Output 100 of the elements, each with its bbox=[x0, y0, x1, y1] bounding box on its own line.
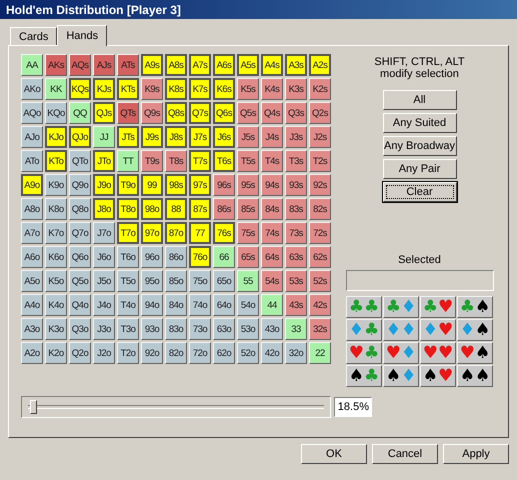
hand-cell[interactable]: T7o bbox=[117, 222, 139, 244]
hand-cell[interactable]: T6s bbox=[213, 150, 235, 172]
hand-cell[interactable]: J5s bbox=[237, 126, 259, 148]
any-suited-button[interactable]: Any Suited bbox=[382, 113, 456, 133]
hand-cell[interactable]: T9s bbox=[141, 150, 163, 172]
hand-cell[interactable]: Q7o bbox=[69, 222, 91, 244]
hand-cell[interactable]: JTs bbox=[117, 126, 139, 148]
hand-cell[interactable]: A5o bbox=[21, 270, 43, 292]
hand-cell[interactable]: AA bbox=[21, 54, 43, 76]
selected-field[interactable] bbox=[346, 270, 494, 291]
hand-cell[interactable]: 86s bbox=[213, 198, 235, 220]
hand-cell[interactable]: KK bbox=[45, 78, 67, 100]
hand-cell[interactable]: T2s bbox=[309, 150, 331, 172]
hand-cell[interactable]: 95o bbox=[141, 270, 163, 292]
hand-cell[interactable]: 53s bbox=[285, 270, 307, 292]
hand-cell[interactable]: J4o bbox=[93, 294, 115, 316]
hand-cell[interactable]: 88 bbox=[165, 198, 187, 220]
hand-cell[interactable]: 94s bbox=[261, 174, 283, 196]
hand-cell[interactable]: 97o bbox=[141, 222, 163, 244]
hand-cell[interactable]: 87o bbox=[165, 222, 187, 244]
hand-cell[interactable]: 76s bbox=[213, 222, 235, 244]
hand-cell[interactable]: Q6o bbox=[69, 246, 91, 268]
tab[interactable]: Cards bbox=[10, 27, 58, 45]
hand-cell[interactable]: K6s bbox=[213, 78, 235, 100]
suit-combo-button[interactable]: ♣♠ bbox=[457, 296, 493, 318]
hand-cell[interactable]: 54s bbox=[261, 270, 283, 292]
hand-cell[interactable]: KQs bbox=[69, 78, 91, 100]
hand-cell[interactable]: K5o bbox=[45, 270, 67, 292]
hand-cell[interactable]: A6s bbox=[213, 54, 235, 76]
hand-cell[interactable]: T4s bbox=[261, 150, 283, 172]
hand-cell[interactable]: K8s bbox=[165, 78, 187, 100]
hand-cell[interactable]: 52s bbox=[309, 270, 331, 292]
hand-cell[interactable]: Q2s bbox=[309, 102, 331, 124]
hand-cell[interactable]: K7s bbox=[189, 78, 211, 100]
hand-cell[interactable]: 44 bbox=[261, 294, 283, 316]
hand-cell[interactable]: 42o bbox=[261, 342, 283, 364]
apply-button[interactable]: Apply bbox=[443, 444, 509, 464]
hand-cell[interactable]: AQo bbox=[21, 102, 43, 124]
hand-cell[interactable]: K9o bbox=[45, 174, 67, 196]
hand-cell[interactable]: 53o bbox=[237, 318, 259, 340]
hand-cell[interactable]: J9s bbox=[141, 126, 163, 148]
hand-cell[interactable]: A8s bbox=[165, 54, 187, 76]
hand-cell[interactable]: 65o bbox=[213, 270, 235, 292]
hand-cell[interactable]: K4s bbox=[261, 78, 283, 100]
hand-cell[interactable]: 98o bbox=[141, 198, 163, 220]
hand-cell[interactable]: J3s bbox=[285, 126, 307, 148]
hand-cell[interactable]: 93o bbox=[141, 318, 163, 340]
hand-cell[interactable]: 32s bbox=[309, 318, 331, 340]
any-pair-button[interactable]: Any Pair bbox=[382, 159, 456, 179]
hand-cell[interactable]: 73s bbox=[285, 222, 307, 244]
hand-cell[interactable]: 54o bbox=[237, 294, 259, 316]
hand-cell[interactable]: A3o bbox=[21, 318, 43, 340]
hand-cell[interactable]: 96s bbox=[213, 174, 235, 196]
tab[interactable]: Hands bbox=[57, 25, 108, 46]
hand-cell[interactable]: KQo bbox=[45, 102, 67, 124]
hand-cell[interactable]: 92s bbox=[309, 174, 331, 196]
hand-cell[interactable]: Q8s bbox=[165, 102, 187, 124]
hand-cell[interactable]: Q6s bbox=[213, 102, 235, 124]
hand-cell[interactable]: J5o bbox=[93, 270, 115, 292]
hand-cell[interactable]: T5o bbox=[117, 270, 139, 292]
hand-cell[interactable]: AKs bbox=[45, 54, 67, 76]
hand-cell[interactable]: 75o bbox=[189, 270, 211, 292]
hand-cell[interactable]: 72s bbox=[309, 222, 331, 244]
hand-cell[interactable]: 99 bbox=[141, 174, 163, 196]
hand-cell[interactable]: QTo bbox=[69, 150, 91, 172]
hand-cell[interactable]: A3s bbox=[285, 54, 307, 76]
hand-cell[interactable]: K8o bbox=[45, 198, 67, 220]
hand-cell[interactable]: QQ bbox=[69, 102, 91, 124]
hand-cell[interactable]: KJo bbox=[45, 126, 67, 148]
hand-cell[interactable]: 62s bbox=[309, 246, 331, 268]
hand-cell[interactable]: Q3o bbox=[69, 318, 91, 340]
hand-cell[interactable]: 94o bbox=[141, 294, 163, 316]
hand-cell[interactable]: 33 bbox=[285, 318, 307, 340]
hand-cell[interactable]: K5s bbox=[237, 78, 259, 100]
range-slider[interactable] bbox=[21, 396, 331, 418]
hand-cell[interactable]: AKo bbox=[21, 78, 43, 100]
hand-cell[interactable]: 62o bbox=[213, 342, 235, 364]
suit-combo-button[interactable]: ♦♠ bbox=[457, 319, 493, 341]
hand-cell[interactable]: 84o bbox=[165, 294, 187, 316]
hand-cell[interactable]: 77 bbox=[189, 222, 211, 244]
hand-cell[interactable]: 65s bbox=[237, 246, 259, 268]
hand-cell[interactable]: A9s bbox=[141, 54, 163, 76]
suit-combo-button[interactable]: ♥♠ bbox=[457, 342, 493, 364]
percent-field[interactable]: 18.5% bbox=[334, 397, 372, 417]
hand-cell[interactable]: K2s bbox=[309, 78, 331, 100]
hand-cell[interactable]: KTo bbox=[45, 150, 67, 172]
hand-cell[interactable]: T7s bbox=[189, 150, 211, 172]
hand-cell[interactable]: A8o bbox=[21, 198, 43, 220]
hand-cell[interactable]: J2o bbox=[93, 342, 115, 364]
hand-cell[interactable]: 86o bbox=[165, 246, 187, 268]
hand-cell[interactable]: 76o bbox=[189, 246, 211, 268]
hand-cell[interactable]: 84s bbox=[261, 198, 283, 220]
hand-cell[interactable]: JTo bbox=[93, 150, 115, 172]
hand-cell[interactable]: 74s bbox=[261, 222, 283, 244]
hand-cell[interactable]: 32o bbox=[285, 342, 307, 364]
hand-cell[interactable]: J8o bbox=[93, 198, 115, 220]
hand-cell[interactable]: 83s bbox=[285, 198, 307, 220]
hand-cell[interactable]: 74o bbox=[189, 294, 211, 316]
hand-cell[interactable]: 22 bbox=[309, 342, 331, 364]
hand-cell[interactable]: 73o bbox=[189, 318, 211, 340]
